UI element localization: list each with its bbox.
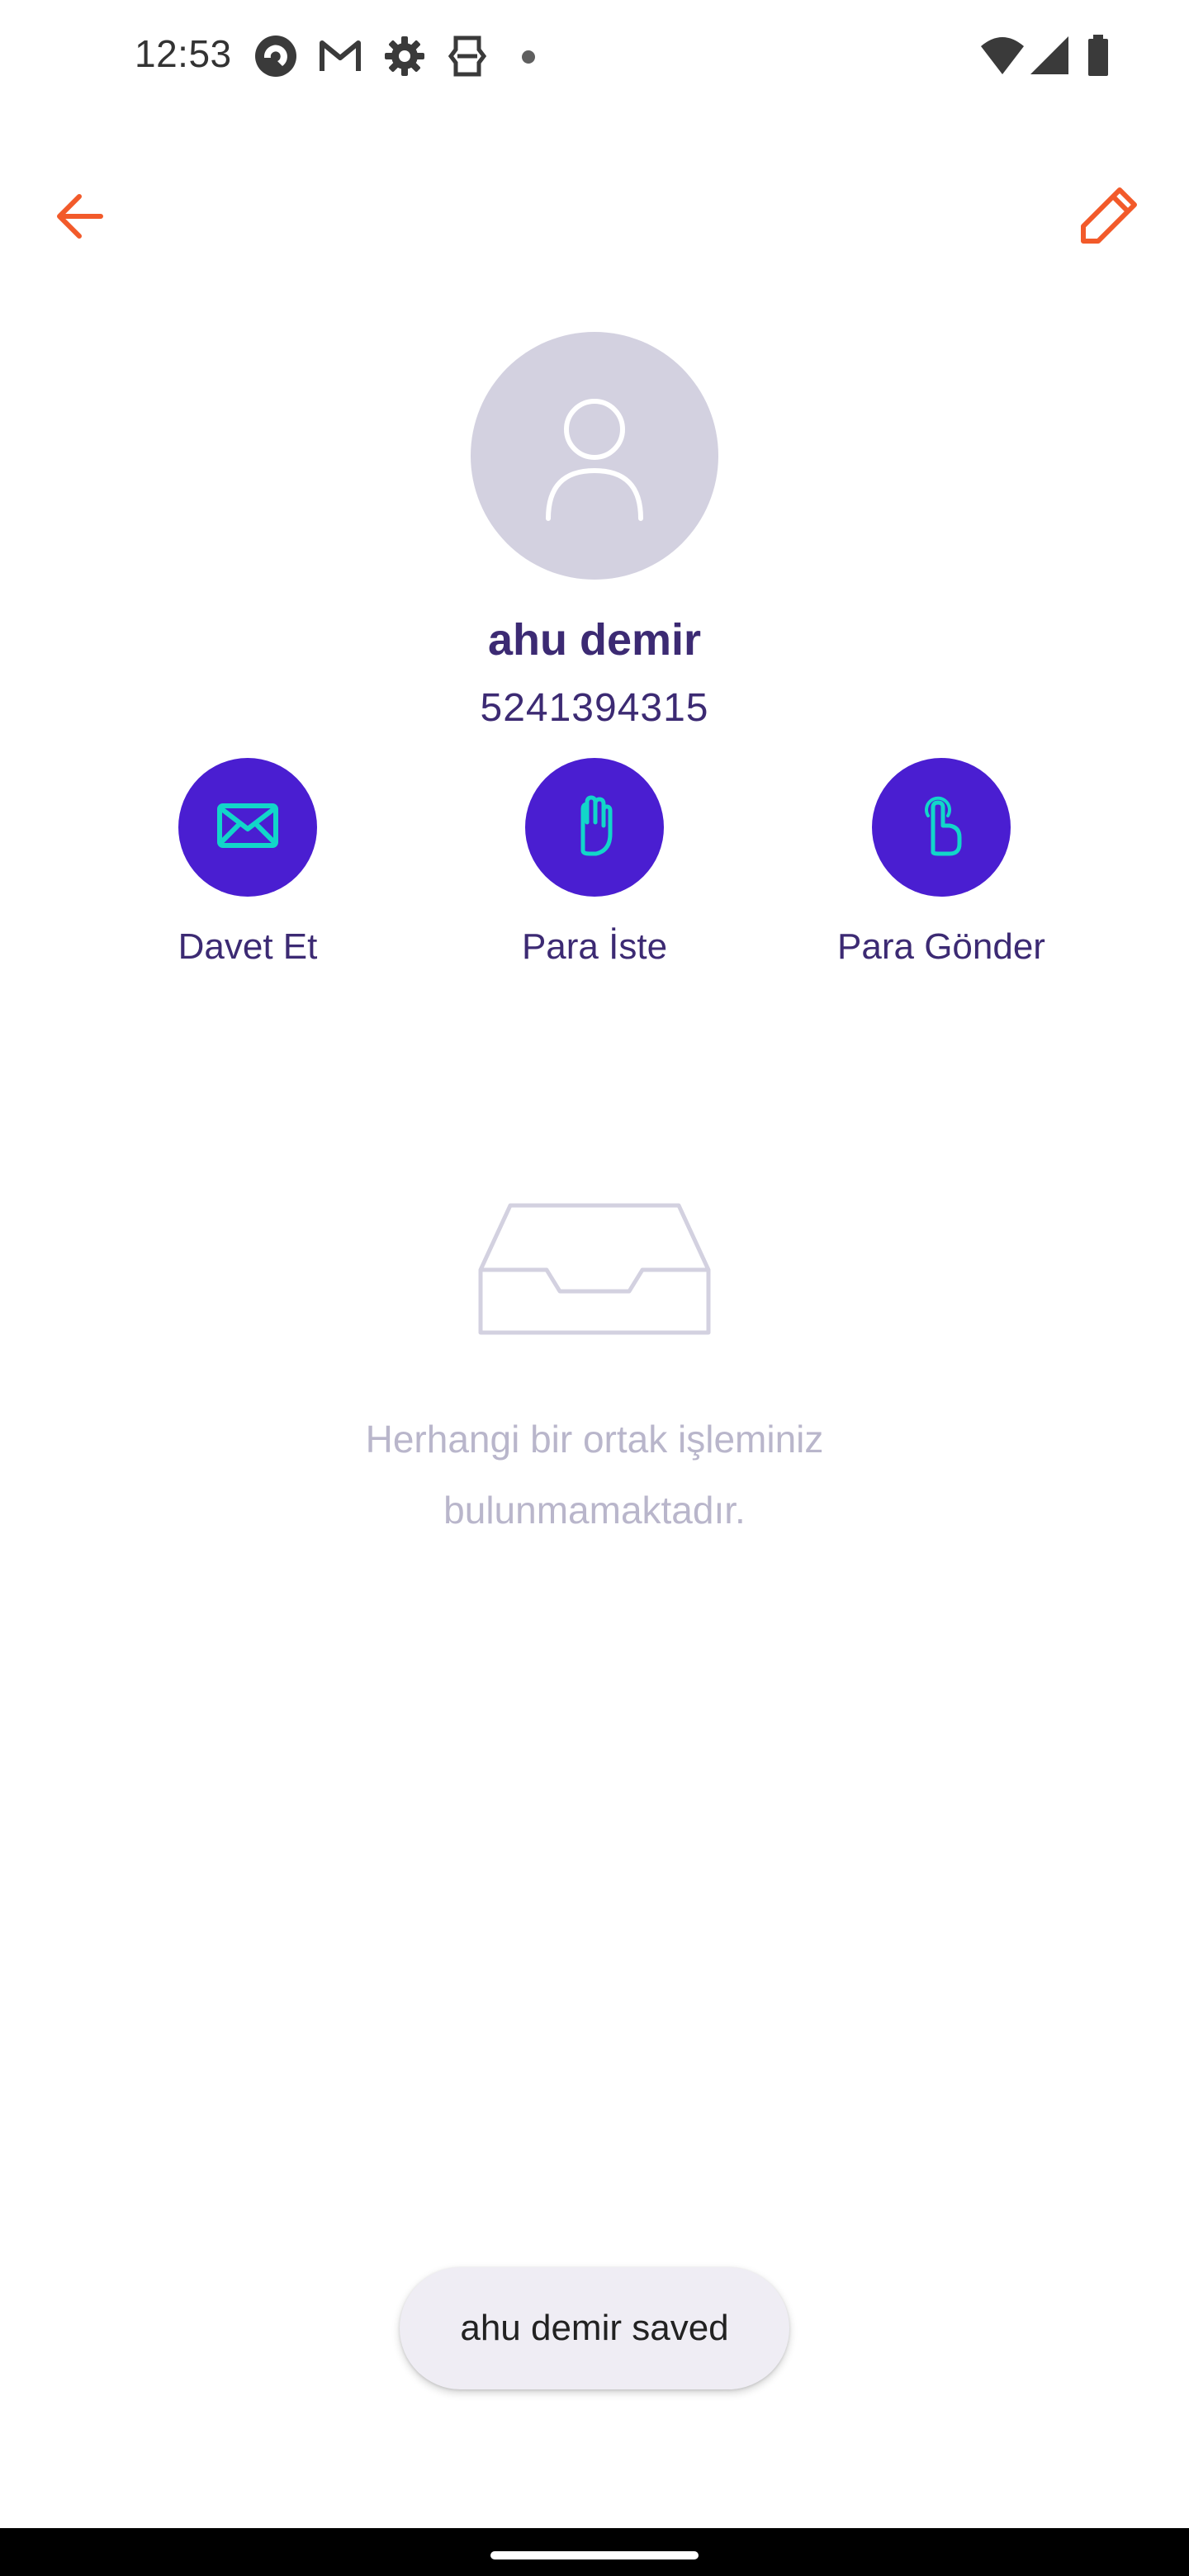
edit-button[interactable] [1073,182,1143,251]
empty-state-line-1: Herhangi bir ortak işleminiz [365,1418,824,1461]
dot-icon [522,50,535,64]
saved-snackbar: ahu demir saved [400,2267,789,2389]
request-money-button[interactable]: Para İste [446,758,743,981]
status-time: 12:53 [135,32,232,75]
signal-icon [1029,33,1072,79]
status-bar: 12:53 [0,0,1189,112]
invite-button[interactable]: Davet Et [99,758,396,981]
send-money-button-circle[interactable] [872,758,1011,897]
avatar [471,332,718,580]
snackbar-message: ahu demir saved [460,2308,729,2348]
app-notification-icon [253,33,299,79]
empty-state-message: Herhangi bir ortak işleminiz bulunmamakt… [264,1404,925,1546]
invite-label: Davet Et [178,926,318,967]
tap-hand-icon [908,793,974,863]
contact-detail-screen: 12:53 ahu demir 5241394315 Davet Et Para… [0,0,1189,2576]
wifi-icon [979,33,1026,79]
arrow-left-icon [46,194,116,254]
invite-button-circle[interactable] [178,758,317,897]
person-icon [471,399,718,583]
empty-state-line-2: bulunmamaktadır. [443,1489,746,1532]
settings-icon [381,33,428,79]
send-money-label: Para Gönder [837,926,1045,967]
send-money-button[interactable]: Para Gönder [793,758,1090,981]
request-money-button-circle[interactable] [525,758,664,897]
contact-phone: 5241394315 [480,686,709,730]
inbox-icon [477,1199,712,1339]
back-button[interactable] [46,182,116,251]
request-money-label: Para İste [521,926,668,967]
battery-icon [1087,33,1110,79]
hand-icon [561,793,628,863]
envelope-icon [215,793,281,863]
gmail-icon [317,33,363,79]
home-indicator[interactable] [490,2551,699,2559]
pencil-icon [1073,187,1143,254]
contact-name: ahu demir [487,615,702,665]
storage-icon [448,33,487,79]
